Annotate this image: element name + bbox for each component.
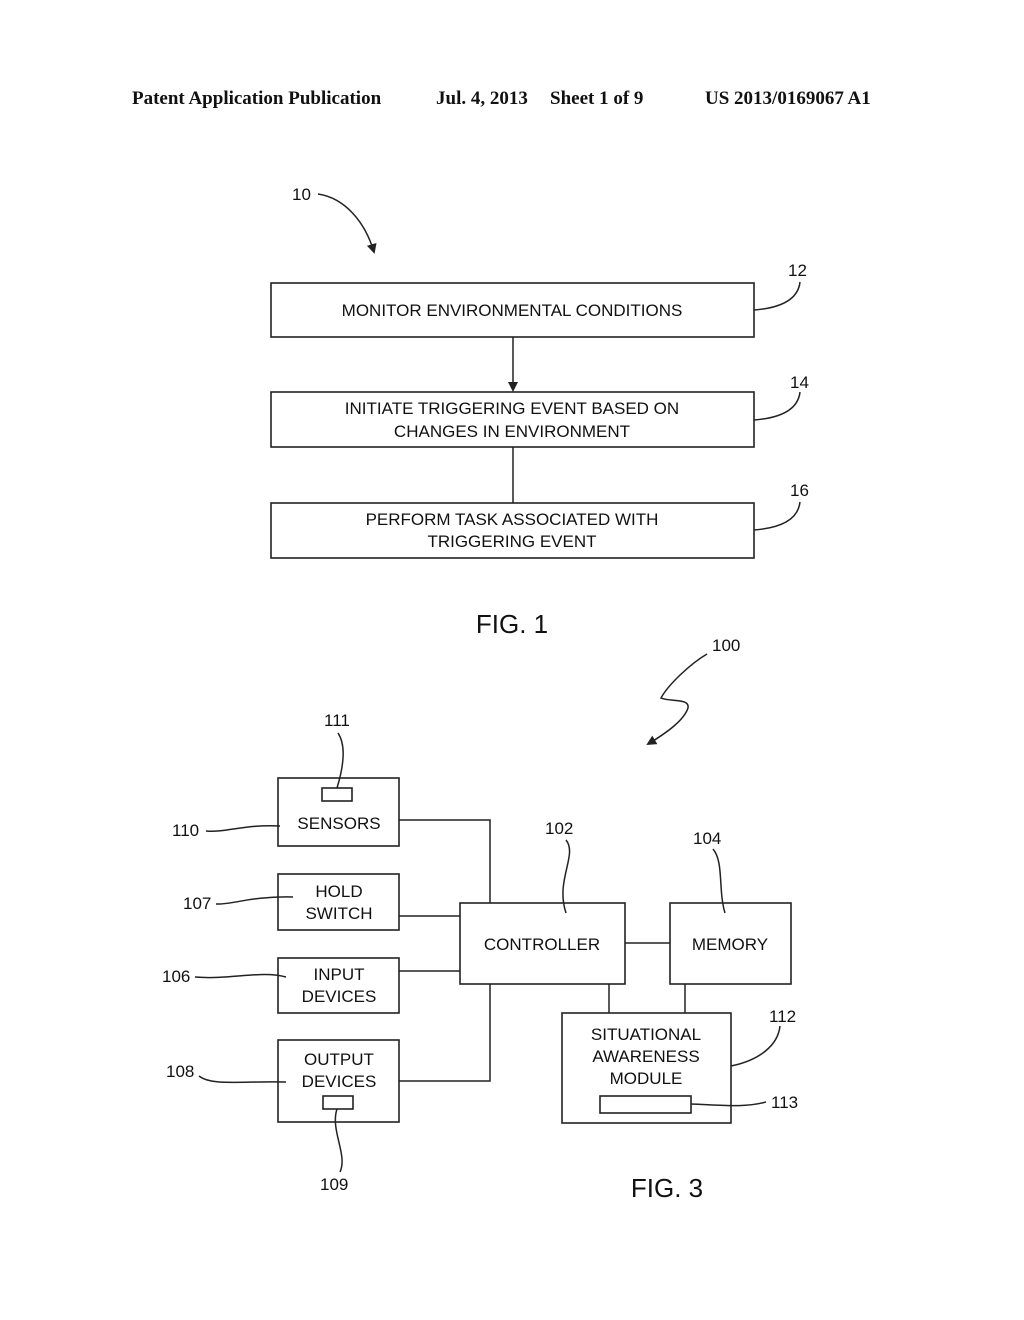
ref-111: 111 xyxy=(324,711,350,730)
wire-sensors-controller xyxy=(399,819,491,903)
fig1-ref-label: 10 xyxy=(292,185,311,204)
ref-112: 112 xyxy=(769,1007,796,1026)
ref-110-leader xyxy=(205,824,281,833)
step-ref-16-leader xyxy=(753,501,801,531)
block-input-devices-line2: DEVICES xyxy=(302,987,377,1006)
ref-108: 108 xyxy=(166,1062,194,1081)
step-ref-12-leader xyxy=(753,281,801,311)
output-element xyxy=(322,1095,354,1110)
ref-112-leader xyxy=(730,1025,781,1067)
patent-drawing-canvas: 10 MONITOR ENVIRONMENTAL CONDITIONS 12 I… xyxy=(162,185,809,1203)
step-text-monitor: MONITOR ENVIRONMENTAL CONDITIONS xyxy=(342,301,683,320)
fig1-flowchart: 10 MONITOR ENVIRONMENTAL CONDITIONS 12 I… xyxy=(270,185,809,639)
block-memory-label: MEMORY xyxy=(692,935,768,954)
block-controller-label: CONTROLLER xyxy=(484,935,600,954)
step-ref-14-leader xyxy=(753,391,801,421)
block-sam-line1: SITUATIONAL xyxy=(591,1025,701,1044)
ref-113: 113 xyxy=(771,1093,798,1112)
ref-109: 109 xyxy=(320,1175,348,1194)
ref-106-leader xyxy=(194,973,287,979)
block-sam-line3: MODULE xyxy=(610,1069,683,1088)
ref-102-leader xyxy=(562,839,571,914)
ref-104: 104 xyxy=(693,829,721,848)
block-output-devices-line2: DEVICES xyxy=(302,1072,377,1091)
block-sam-line2: AWARENESS xyxy=(592,1047,699,1066)
ref-107: 107 xyxy=(183,894,211,913)
step-text-initiate-line2: CHANGES IN ENVIRONMENT xyxy=(394,422,630,441)
block-hold-switch-line1: HOLD xyxy=(315,882,362,901)
step-text-initiate-line1: INITIATE TRIGGERING EVENT BASED ON xyxy=(345,399,679,418)
block-sensors-label: SENSORS xyxy=(297,814,380,833)
ref-110: 110 xyxy=(172,821,199,840)
sam-element xyxy=(599,1095,692,1114)
block-hold-switch-line2: SWITCH xyxy=(305,904,372,923)
ref-111-leader xyxy=(336,732,344,789)
fig3-caption: FIG. 3 xyxy=(631,1173,703,1203)
ref-113-leader xyxy=(690,1101,767,1107)
step-ref-16: 16 xyxy=(790,481,809,500)
fig1-ref-arrow xyxy=(317,193,377,254)
sensor-element xyxy=(321,787,353,802)
step-text-perform-line2: TRIGGERING EVENT xyxy=(427,532,596,551)
step-ref-14: 14 xyxy=(790,373,809,392)
ref-102: 102 xyxy=(545,819,573,838)
block-output-devices-line1: OUTPUT xyxy=(304,1050,374,1069)
fig3-ref-arrow xyxy=(646,653,708,746)
step-text-perform-line1: PERFORM TASK ASSOCIATED WITH xyxy=(366,510,659,529)
step-ref-12: 12 xyxy=(788,261,807,280)
ref-106: 106 xyxy=(162,967,190,986)
wire-output-controller xyxy=(399,984,491,1082)
fig1-caption: FIG. 1 xyxy=(476,609,548,639)
ref-107-leader xyxy=(215,896,294,905)
fig3-block-diagram: 100 SENSORS 111 110 HOLD SWITCH 107 INPU… xyxy=(162,636,798,1203)
ref-108-leader xyxy=(198,1075,287,1084)
ref-109-leader xyxy=(334,1108,343,1173)
fig3-ref-label: 100 xyxy=(712,636,740,655)
block-input-devices-line1: INPUT xyxy=(314,965,365,984)
